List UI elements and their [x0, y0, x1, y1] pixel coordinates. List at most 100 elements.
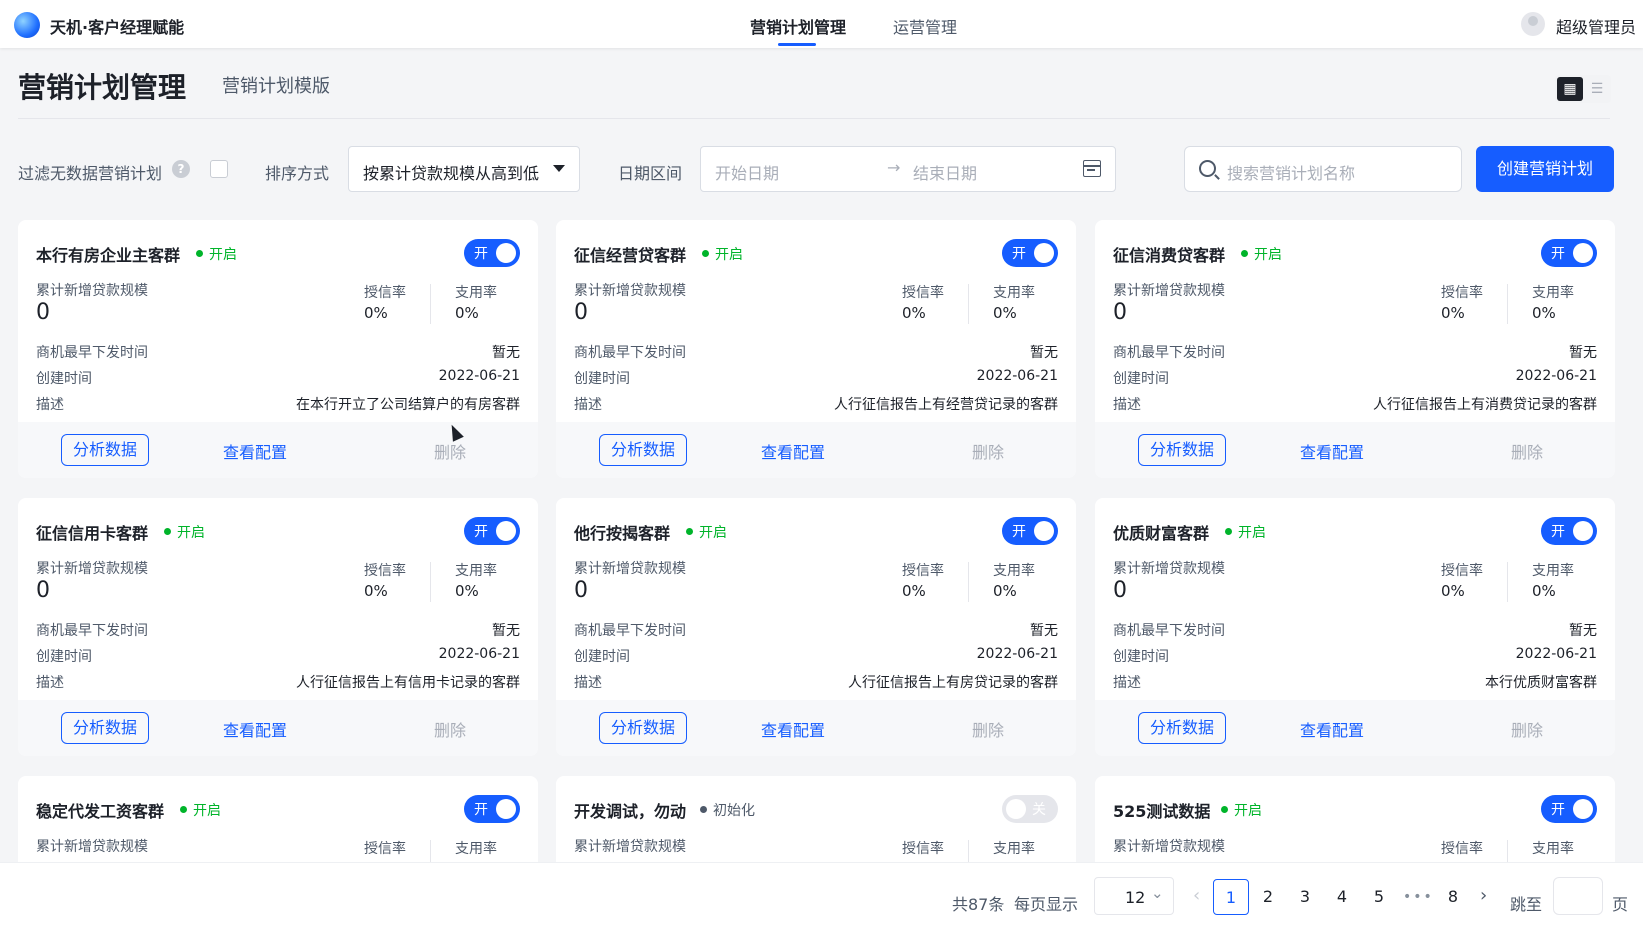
grid-view-icon[interactable]: ▦: [1557, 77, 1583, 101]
plan-toggle-switch[interactable]: 开: [1541, 517, 1597, 545]
switch-label: 开: [1012, 524, 1026, 540]
plan-name: 他行按揭客群: [574, 524, 671, 543]
page-4[interactable]: 4: [1324, 879, 1360, 915]
filter-empty-checkbox[interactable]: [210, 160, 228, 178]
nav-tab-operations[interactable]: 运营管理: [893, 14, 957, 38]
help-icon[interactable]: ?: [172, 160, 190, 178]
delete-button[interactable]: 删除: [1511, 439, 1543, 463]
credit-rate-label: 授信率: [364, 285, 406, 301]
delete-button[interactable]: 删除: [1511, 717, 1543, 741]
switch-label: 开: [474, 524, 488, 540]
card-actions: 分析数据 查看配置 删除: [18, 700, 538, 756]
loan-scale-value: 0: [36, 300, 50, 325]
description-value: 人行征信报告上有消费贷记录的客群: [1373, 397, 1597, 413]
status-badge: 开启: [1225, 522, 1266, 542]
view-config-button[interactable]: 查看配置: [1300, 717, 1364, 741]
earliest-time-value: 暂无: [492, 345, 520, 361]
view-config-button[interactable]: 查看配置: [1300, 439, 1364, 463]
status-dot-icon: [180, 806, 187, 813]
loan-scale-label: 累计新增贷款规模: [1113, 839, 1225, 855]
date-range-picker[interactable]: 开始日期 → 结束日期: [700, 146, 1116, 192]
prev-page-icon[interactable]: ‹: [1193, 885, 1200, 906]
page-5[interactable]: 5: [1361, 879, 1397, 915]
usage-rate-label: 支用率: [993, 563, 1035, 579]
list-view-icon[interactable]: ☰: [1585, 77, 1609, 101]
switch-label: 开: [1551, 802, 1565, 818]
status-dot-icon: [1221, 806, 1228, 813]
page-size-select[interactable]: 12 ⌄: [1094, 877, 1174, 915]
switch-knob: [496, 799, 516, 819]
calendar-icon[interactable]: [1083, 160, 1101, 177]
jump-page-input[interactable]: [1553, 877, 1603, 915]
user-avatar[interactable]: [1521, 12, 1545, 36]
switch-knob: [1573, 243, 1593, 263]
status-badge: 开启: [686, 522, 727, 542]
view-config-button[interactable]: 查看配置: [223, 717, 287, 741]
sort-select[interactable]: 按累计贷款规模从高到低: [348, 146, 580, 192]
usage-rate-value: 0%: [993, 304, 1017, 322]
status-text: 开启: [209, 247, 237, 263]
view-config-button[interactable]: 查看配置: [223, 439, 287, 463]
analyze-data-button[interactable]: 分析数据: [599, 712, 687, 744]
page-3[interactable]: 3: [1287, 879, 1323, 915]
page-2[interactable]: 2: [1250, 879, 1286, 915]
end-date-input[interactable]: 结束日期: [913, 160, 977, 184]
earliest-time-label: 商机最早下发时间: [1113, 623, 1225, 639]
analyze-data-button[interactable]: 分析数据: [599, 434, 687, 466]
page-8[interactable]: 8: [1435, 879, 1471, 915]
usage-rate-label: 支用率: [455, 285, 497, 301]
app-logo-icon: [14, 12, 40, 38]
loan-scale-label: 累计新增贷款规模: [574, 561, 686, 577]
usage-rate-value: 0%: [1532, 304, 1556, 322]
page-1[interactable]: 1: [1213, 879, 1249, 915]
credit-rate-label: 授信率: [364, 841, 406, 857]
delete-button[interactable]: 删除: [434, 717, 466, 741]
description-label: 描述: [1113, 675, 1141, 691]
arrow-right-icon: →: [887, 158, 901, 177]
description-value: 人行征信报告上有房贷记录的客群: [848, 675, 1058, 691]
usage-rate-value: 0%: [1532, 582, 1556, 600]
switch-label: 开: [474, 246, 488, 262]
delete-button[interactable]: 删除: [972, 439, 1004, 463]
total-count: 共87条: [952, 895, 1005, 914]
plan-toggle-switch[interactable]: 开: [1002, 517, 1058, 545]
status-badge: 开启: [702, 244, 743, 264]
next-page-icon[interactable]: ›: [1480, 885, 1487, 906]
plan-toggle-switch[interactable]: 开: [1541, 795, 1597, 823]
description-value: 人行征信报告上有经营贷记录的客群: [834, 397, 1058, 413]
start-date-input[interactable]: 开始日期: [715, 160, 779, 184]
credit-rate-label: 授信率: [902, 563, 944, 579]
plan-toggle-switch[interactable]: 开: [1002, 239, 1058, 267]
delete-button[interactable]: 删除: [972, 717, 1004, 741]
analyze-data-button[interactable]: 分析数据: [1138, 434, 1226, 466]
created-time-value: 2022-06-21: [976, 368, 1058, 384]
delete-button[interactable]: 删除: [434, 439, 466, 463]
user-name[interactable]: 超级管理员: [1556, 14, 1636, 38]
plan-name: 优质财富客群: [1113, 524, 1210, 543]
loan-scale-label: 累计新增贷款规模: [574, 283, 686, 299]
created-time-label: 创建时间: [574, 371, 630, 387]
view-config-button[interactable]: 查看配置: [761, 439, 825, 463]
analyze-data-button[interactable]: 分析数据: [61, 434, 149, 466]
plan-toggle-switch[interactable]: 开: [464, 795, 520, 823]
credit-rate-value: 0%: [1441, 582, 1465, 600]
active-tab-indicator: [778, 43, 816, 46]
template-link[interactable]: 营销计划模版: [222, 72, 330, 98]
plan-toggle-switch[interactable]: 开: [464, 517, 520, 545]
status-dot-icon: [700, 806, 707, 813]
loan-scale-label: 累计新增贷款规模: [1113, 561, 1225, 577]
nav-tab-marketing-plan[interactable]: 营销计划管理: [750, 14, 846, 38]
plan-toggle-switch[interactable]: 关: [1002, 795, 1058, 823]
plan-toggle-switch[interactable]: 开: [1541, 239, 1597, 267]
analyze-data-button[interactable]: 分析数据: [1138, 712, 1226, 744]
metric-divider: [1507, 562, 1508, 602]
credit-rate-label: 授信率: [364, 563, 406, 579]
create-plan-button[interactable]: 创建营销计划: [1476, 146, 1614, 192]
analyze-data-button[interactable]: 分析数据: [61, 712, 149, 744]
switch-knob: [1034, 243, 1054, 263]
page-ellipsis[interactable]: •••: [1403, 889, 1434, 905]
plan-card: 征信消费贷客群 开启 开累计新增贷款规模 授信率 支用率 0 0% 0% 商机最早下发时间 暂无创…: [1095, 220, 1615, 478]
search-input[interactable]: 搜索营销计划名称: [1184, 146, 1462, 192]
plan-toggle-switch[interactable]: 开: [464, 239, 520, 267]
view-config-button[interactable]: 查看配置: [761, 717, 825, 741]
